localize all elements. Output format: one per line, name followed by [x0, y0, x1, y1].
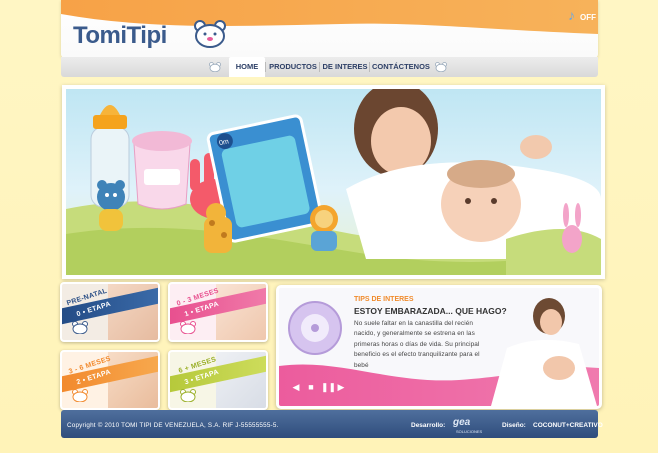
stage-tile-0-3[interactable]: 0 - 3 MESES 1 • ETAPA: [168, 282, 268, 342]
nav-contactenos[interactable]: CONTÁCTENOS: [372, 57, 430, 77]
bear-character-icon: [97, 180, 125, 231]
mother-baby-photo: [346, 89, 601, 275]
bear-icon: [180, 321, 196, 334]
developer-label: Desarrollo:: [411, 422, 446, 429]
developer-logo[interactable]: gea: [453, 417, 470, 428]
bear-logo-icon: [194, 20, 226, 48]
sound-label: OFF: [580, 13, 596, 22]
design-label: Diseño:: [502, 422, 526, 429]
main-nav: HOME PRODUCTOS DE INTERES CONTÁCTENOS: [61, 57, 598, 77]
tips-panel: TIPS DE INTERES ESTOY EMBARAZADA... QUE …: [276, 285, 602, 409]
tips-body: No suele faltar en la canastilla del rec…: [354, 320, 480, 369]
music-note-icon: ♪: [568, 7, 575, 23]
tips-title: TIPS DE INTERES: [354, 296, 414, 303]
bear-icon: [72, 389, 88, 402]
site-logo[interactable]: TomiTipi: [73, 22, 167, 50]
tips-heading[interactable]: ESTOY EMBARAZADA... QUE HAGO?: [354, 306, 507, 316]
stage-tile-prenatal[interactable]: PRE-NATAL 0 • ETAPA: [60, 282, 160, 342]
stop-icon[interactable]: ■: [306, 382, 316, 392]
nav-home[interactable]: HOME: [229, 57, 265, 77]
bear-icon: [435, 62, 447, 72]
pause-icon[interactable]: ❚❚: [321, 382, 336, 392]
next-icon[interactable]: ▶: [336, 382, 346, 392]
developer-logo-sub: SOLUCIONES: [456, 429, 483, 434]
nav-productos[interactable]: PRODUCTOS: [268, 57, 318, 77]
designer-logo[interactable]: COCONUT+CREATIVO: [533, 422, 603, 429]
lion-character-icon: [310, 205, 338, 251]
stage-tile-6-plus[interactable]: 6 + MESES 3 • ETAPA: [168, 350, 268, 410]
nav-de-interes[interactable]: DE INTERES: [322, 57, 368, 77]
stage-tile-3-6[interactable]: 3 - 6 MESES 2 • ETAPA: [60, 350, 160, 410]
bear-icon: [180, 389, 196, 402]
bear-icon: [72, 321, 88, 334]
sound-toggle[interactable]: ♪ OFF: [566, 5, 596, 27]
hero-banner[interactable]: 0m: [62, 85, 605, 279]
hero-illustration: 0m: [66, 89, 601, 275]
pacifier-icon: [288, 301, 342, 355]
prev-icon[interactable]: ◀: [291, 382, 301, 392]
bear-icon: [209, 62, 221, 72]
site-footer: Copyright © 2010 TOMI TIPI DE VENEZUELA,…: [61, 410, 603, 438]
sippy-cup-icon: [132, 131, 192, 210]
site-header: TomiTipi ♪ OFF: [61, 0, 598, 58]
copyright-text: Copyright © 2010 TOMI TIPI DE VENEZUELA,…: [67, 422, 279, 429]
